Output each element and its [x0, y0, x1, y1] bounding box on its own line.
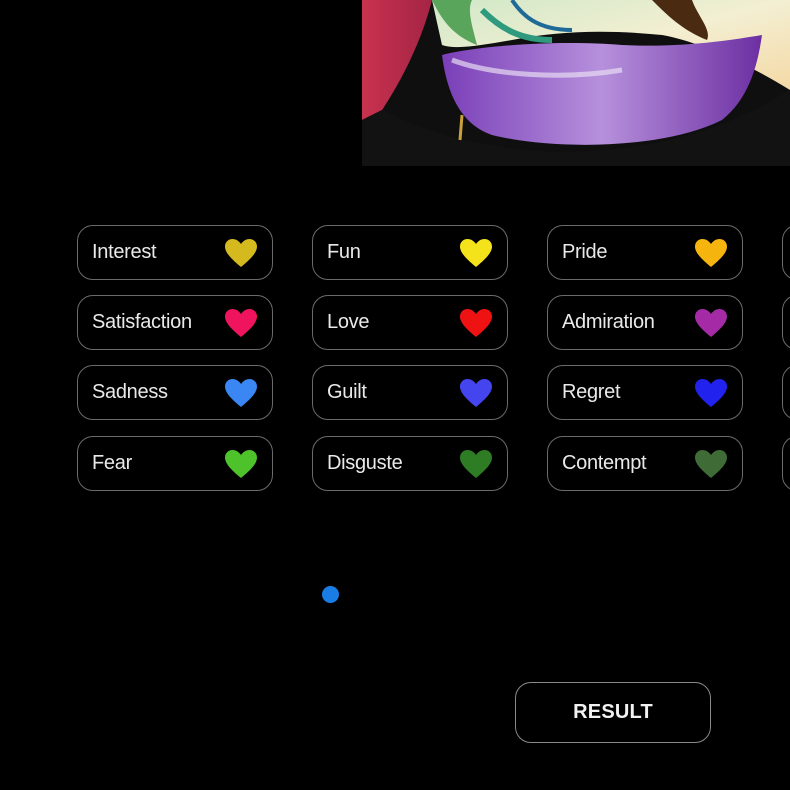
emotion-button-guilt[interactable]: Guilt: [312, 365, 508, 420]
result-button[interactable]: RESULT: [515, 682, 711, 743]
emotion-label: Pride: [562, 241, 608, 263]
emotion-button-offscreen[interactable]: [782, 436, 790, 491]
emotion-button-contempt[interactable]: Contempt: [547, 436, 743, 491]
emotion-button-fun[interactable]: Fun: [312, 225, 508, 280]
painting-artwork: [362, 0, 790, 166]
heart-icon: [225, 449, 257, 478]
emotion-button-fear[interactable]: Fear: [77, 436, 273, 491]
heart-icon: [225, 238, 257, 267]
emotion-selection-screen: Interest Fun Pride Satisfaction Love Adm…: [0, 0, 790, 790]
emotion-button-admiration[interactable]: Admiration: [547, 295, 743, 350]
emotion-button-offscreen[interactable]: [782, 295, 790, 350]
heart-icon: [695, 378, 727, 407]
heart-icon: [225, 308, 257, 337]
emotion-label: Fear: [92, 452, 132, 474]
emotion-label: Satisfaction: [92, 311, 192, 333]
emotion-button-sadness[interactable]: Sadness: [77, 365, 273, 420]
emotion-button-interest[interactable]: Interest: [77, 225, 273, 280]
emotion-label: Regret: [562, 381, 621, 403]
painting-image: [362, 0, 790, 166]
emotion-label: Guilt: [327, 381, 367, 403]
emotion-button-pride[interactable]: Pride: [547, 225, 743, 280]
emotion-button-offscreen[interactable]: [782, 365, 790, 420]
emotion-label: Contempt: [562, 452, 647, 474]
emotion-button-love[interactable]: Love: [312, 295, 508, 350]
heart-icon: [460, 378, 492, 407]
emotion-label: Disguste: [327, 452, 403, 474]
emotion-label: Admiration: [562, 311, 655, 333]
emotion-label: Fun: [327, 241, 361, 263]
emotion-button-disguste[interactable]: Disguste: [312, 436, 508, 491]
heart-icon: [460, 308, 492, 337]
heart-icon: [460, 238, 492, 267]
heart-icon: [460, 449, 492, 478]
emotion-label: Interest: [92, 241, 157, 263]
heart-icon: [695, 449, 727, 478]
emotion-button-satisfaction[interactable]: Satisfaction: [77, 295, 273, 350]
heart-icon: [225, 378, 257, 407]
heart-icon: [695, 308, 727, 337]
pagination-dot-active[interactable]: [322, 586, 339, 603]
emotion-button-offscreen[interactable]: [782, 225, 790, 280]
emotion-label: Love: [327, 311, 370, 333]
emotion-label: Sadness: [92, 381, 168, 403]
heart-icon: [695, 238, 727, 267]
emotion-button-regret[interactable]: Regret: [547, 365, 743, 420]
